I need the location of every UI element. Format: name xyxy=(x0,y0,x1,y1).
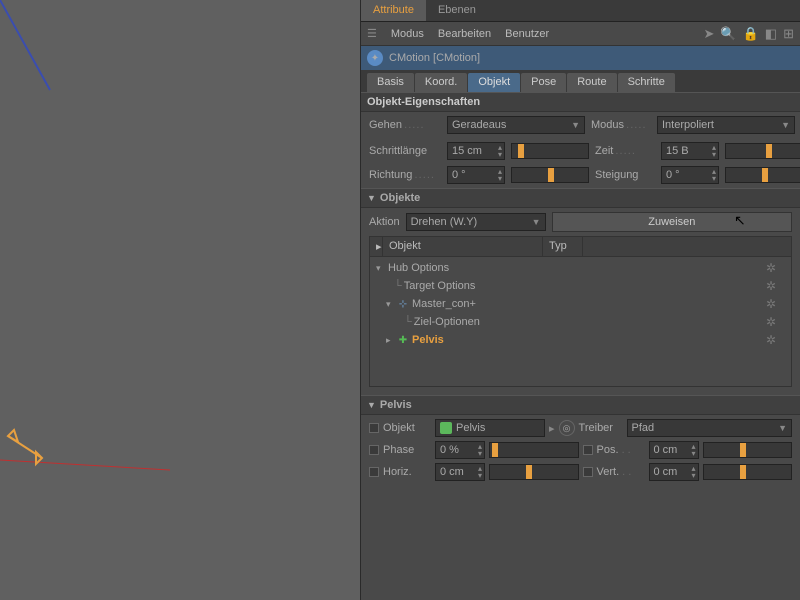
tree-row-pelvis[interactable]: ▸✚Pelvis✲ xyxy=(370,331,791,349)
tree-header: ▸ Objekt Typ xyxy=(369,236,792,257)
input-steigung[interactable]: 0 °▴▾ xyxy=(661,166,719,184)
target-picker[interactable]: ◎ xyxy=(559,420,575,436)
menu-benutzer[interactable]: Benutzer xyxy=(505,28,549,40)
tree-row-hub[interactable]: ▾Hub Options✲ xyxy=(370,259,791,277)
input-zeit[interactable]: 15 B▴▾ xyxy=(661,142,719,160)
toolbar-hamburger-icon[interactable]: ☰ xyxy=(367,27,377,40)
label-zeit: Zeit xyxy=(595,145,655,157)
cmotion-icon: ✦ xyxy=(367,50,383,66)
chk-vert[interactable] xyxy=(583,467,593,477)
object-tree[interactable]: ▾Hub Options✲ └Target Options✲ ▾⊹Master_… xyxy=(369,257,792,387)
chk-horiz[interactable] xyxy=(369,467,379,477)
null-icon: ⊹ xyxy=(396,299,410,310)
link-pelvis[interactable]: Pelvis xyxy=(435,419,545,437)
tab-route[interactable]: Route xyxy=(567,73,616,92)
chk-phase[interactable] xyxy=(369,445,379,455)
tab-pose[interactable]: Pose xyxy=(521,73,566,92)
tab-schritte[interactable]: Schritte xyxy=(618,73,675,92)
slider-schrittlaenge[interactable] xyxy=(511,143,589,159)
attribute-panel: Attribute Ebenen ☰ Modus Bearbeiten Benu… xyxy=(360,0,800,600)
chk-pos[interactable] xyxy=(583,445,593,455)
label-schrittlaenge: Schrittlänge xyxy=(369,145,441,157)
tab-objekt[interactable]: Objekt xyxy=(468,73,520,92)
input-richtung[interactable]: 0 °▴▾ xyxy=(447,166,505,184)
object-title: CMotion [CMotion] xyxy=(389,52,480,64)
bone-chip-icon xyxy=(440,422,452,434)
tab-koord[interactable]: Koord. xyxy=(415,73,467,92)
label-steigung: Steigung xyxy=(595,169,655,181)
input-schrittlaenge[interactable]: 15 cm▴▾ xyxy=(447,142,505,160)
label-aktion: Aktion xyxy=(369,216,400,228)
menu-modus[interactable]: Modus xyxy=(391,28,424,40)
viewport-3d[interactable] xyxy=(0,0,360,600)
section-pelvis[interactable]: ▼Pelvis xyxy=(361,395,800,415)
tree-row-master[interactable]: ▾⊹Master_con+✲ xyxy=(370,295,791,313)
slider-zeit[interactable] xyxy=(725,143,800,159)
new-icon[interactable]: ◧ xyxy=(765,26,777,42)
dropdown-modus[interactable]: Interpoliert▼ xyxy=(657,116,795,134)
label-vert: Vert. xyxy=(597,466,645,478)
input-phase[interactable]: 0 %▴▾ xyxy=(435,441,485,459)
search-icon[interactable]: 🔍 xyxy=(720,26,736,42)
section-object-properties: Objekt-Eigenschaften xyxy=(361,92,800,112)
slider-pos[interactable] xyxy=(703,442,793,458)
label-gehen: Gehen xyxy=(369,119,441,131)
slider-vert[interactable] xyxy=(703,464,793,480)
grid-icon[interactable]: ⊞ xyxy=(783,26,794,42)
chk-objekt[interactable] xyxy=(369,423,379,433)
label-modus: Modus xyxy=(591,119,651,131)
lock-icon[interactable]: 🔒 xyxy=(743,26,759,42)
slider-steigung[interactable] xyxy=(725,167,800,183)
input-horiz[interactable]: 0 cm▴▾ xyxy=(435,463,485,481)
section-objekte[interactable]: ▼Objekte xyxy=(361,188,800,208)
menu-bearbeiten[interactable]: Bearbeiten xyxy=(438,28,491,40)
bone-icon: ✚ xyxy=(396,335,410,346)
col-objekt: Objekt xyxy=(383,237,543,256)
input-vert[interactable]: 0 cm▴▾ xyxy=(649,463,699,481)
label-richtung: Richtung xyxy=(369,169,441,181)
tree-row-ziel[interactable]: └Ziel-Optionen✲ xyxy=(370,313,791,331)
label-treiber: Treiber xyxy=(579,422,623,434)
slider-phase[interactable] xyxy=(489,442,579,458)
dropdown-gehen[interactable]: Geradeaus▼ xyxy=(447,116,585,134)
dropdown-treiber[interactable]: Pfad▼ xyxy=(627,419,792,437)
tab-basis[interactable]: Basis xyxy=(367,73,414,92)
nav-arrow-icon[interactable]: ➤ xyxy=(704,26,715,42)
tab-ebenen[interactable]: Ebenen xyxy=(426,0,488,21)
label-horiz: Horiz. xyxy=(383,466,431,478)
input-pos[interactable]: 0 cm▴▾ xyxy=(649,441,699,459)
label-objekt2: Objekt xyxy=(383,422,431,434)
slider-richtung[interactable] xyxy=(511,167,589,183)
label-pos: Pos. xyxy=(597,444,645,456)
label-phase: Phase xyxy=(383,444,431,456)
dropdown-aktion[interactable]: Drehen (W.Y)▼ xyxy=(406,213,546,231)
col-typ: Typ xyxy=(543,237,583,256)
tree-row-target[interactable]: └Target Options✲ xyxy=(370,277,791,295)
button-zuweisen[interactable]: Zuweisen xyxy=(552,212,792,232)
object-header: ✦ CMotion [CMotion] xyxy=(361,46,800,70)
tab-attribute[interactable]: Attribute xyxy=(361,0,426,21)
slider-horiz[interactable] xyxy=(489,464,579,480)
